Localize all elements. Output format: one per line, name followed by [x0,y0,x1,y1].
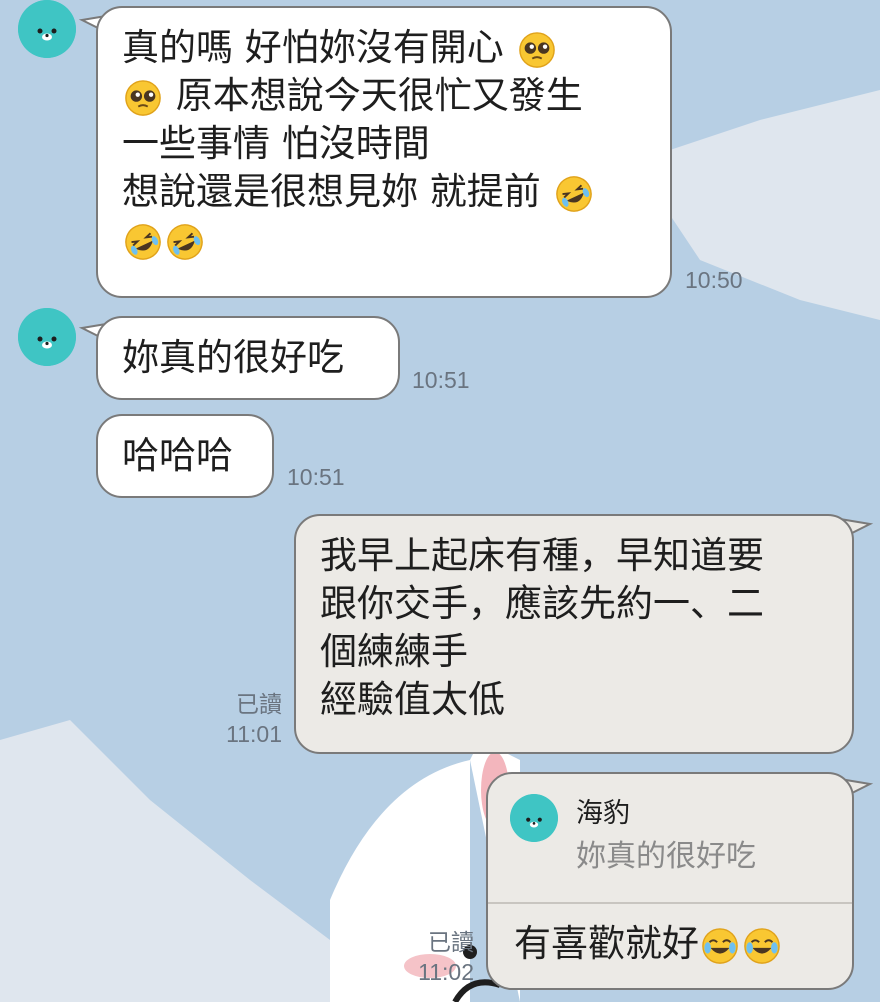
rofl-emoji [166,223,204,261]
contact-avatar[interactable] [18,0,76,58]
message-bubble[interactable]: 真的嗎 好怕妳沒有開心 原本想說今天很忙又發生 一些事情 怕沒時間 想說還是很想… [96,6,672,298]
message-text: 有喜歡就好 [514,922,699,965]
pleading-face-emoji [518,31,556,69]
message-line: 一些事情 怕沒時間 [122,122,430,165]
message-time: 10:51 [412,367,470,393]
quoted-text: 妳真的很好吃 [576,839,756,874]
message-text: 妳真的很好吃 [122,336,344,379]
tears-of-joy-emoji [701,927,739,965]
message-bubble[interactable]: 哈哈哈 [96,414,274,498]
pleading-face-emoji [124,79,162,117]
message-line: 想說還是很想見妳 就提前 [122,170,541,213]
message-time: 11:02 [418,959,474,985]
contact-avatar[interactable] [18,308,76,366]
message-line: 經驗值太低 [320,678,505,721]
quoted-message[interactable]: 海豹 妳真的很好吃 [488,774,852,904]
seal-avatar-icon [18,0,76,58]
message-time: 11:01 [226,721,282,747]
message-line: 原本想說今天很忙又發生 [175,74,583,117]
rofl-emoji [124,223,162,261]
message-time: 10:50 [685,267,743,293]
message-time: 10:51 [287,464,345,490]
read-receipt: 已讀 [236,691,282,717]
message-bubble[interactable]: 妳真的很好吃 [96,316,400,400]
quoted-avatar [510,794,558,842]
quoted-sender-name: 海豹 [576,798,630,829]
message-bubble[interactable]: 我早上起床有種，早知道要 跟你交手，應該先約一、二 個練練手 經驗值太低 [294,514,854,754]
message-line: 我早上起床有種，早知道要 [320,534,764,577]
rofl-emoji [555,175,593,213]
seal-avatar-icon [510,794,558,842]
seal-avatar-icon [18,308,76,366]
message-line: 真的嗎 好怕妳沒有開心 [122,26,504,69]
message-line: 個練練手 [320,630,468,673]
message-line: 跟你交手，應該先約一、二 [320,582,764,625]
reply-message-bubble[interactable]: 海豹 妳真的很好吃 有喜歡就好 [486,772,854,990]
message-text: 哈哈哈 [122,434,233,477]
tears-of-joy-emoji [743,927,781,965]
read-receipt: 已讀 [428,929,474,955]
